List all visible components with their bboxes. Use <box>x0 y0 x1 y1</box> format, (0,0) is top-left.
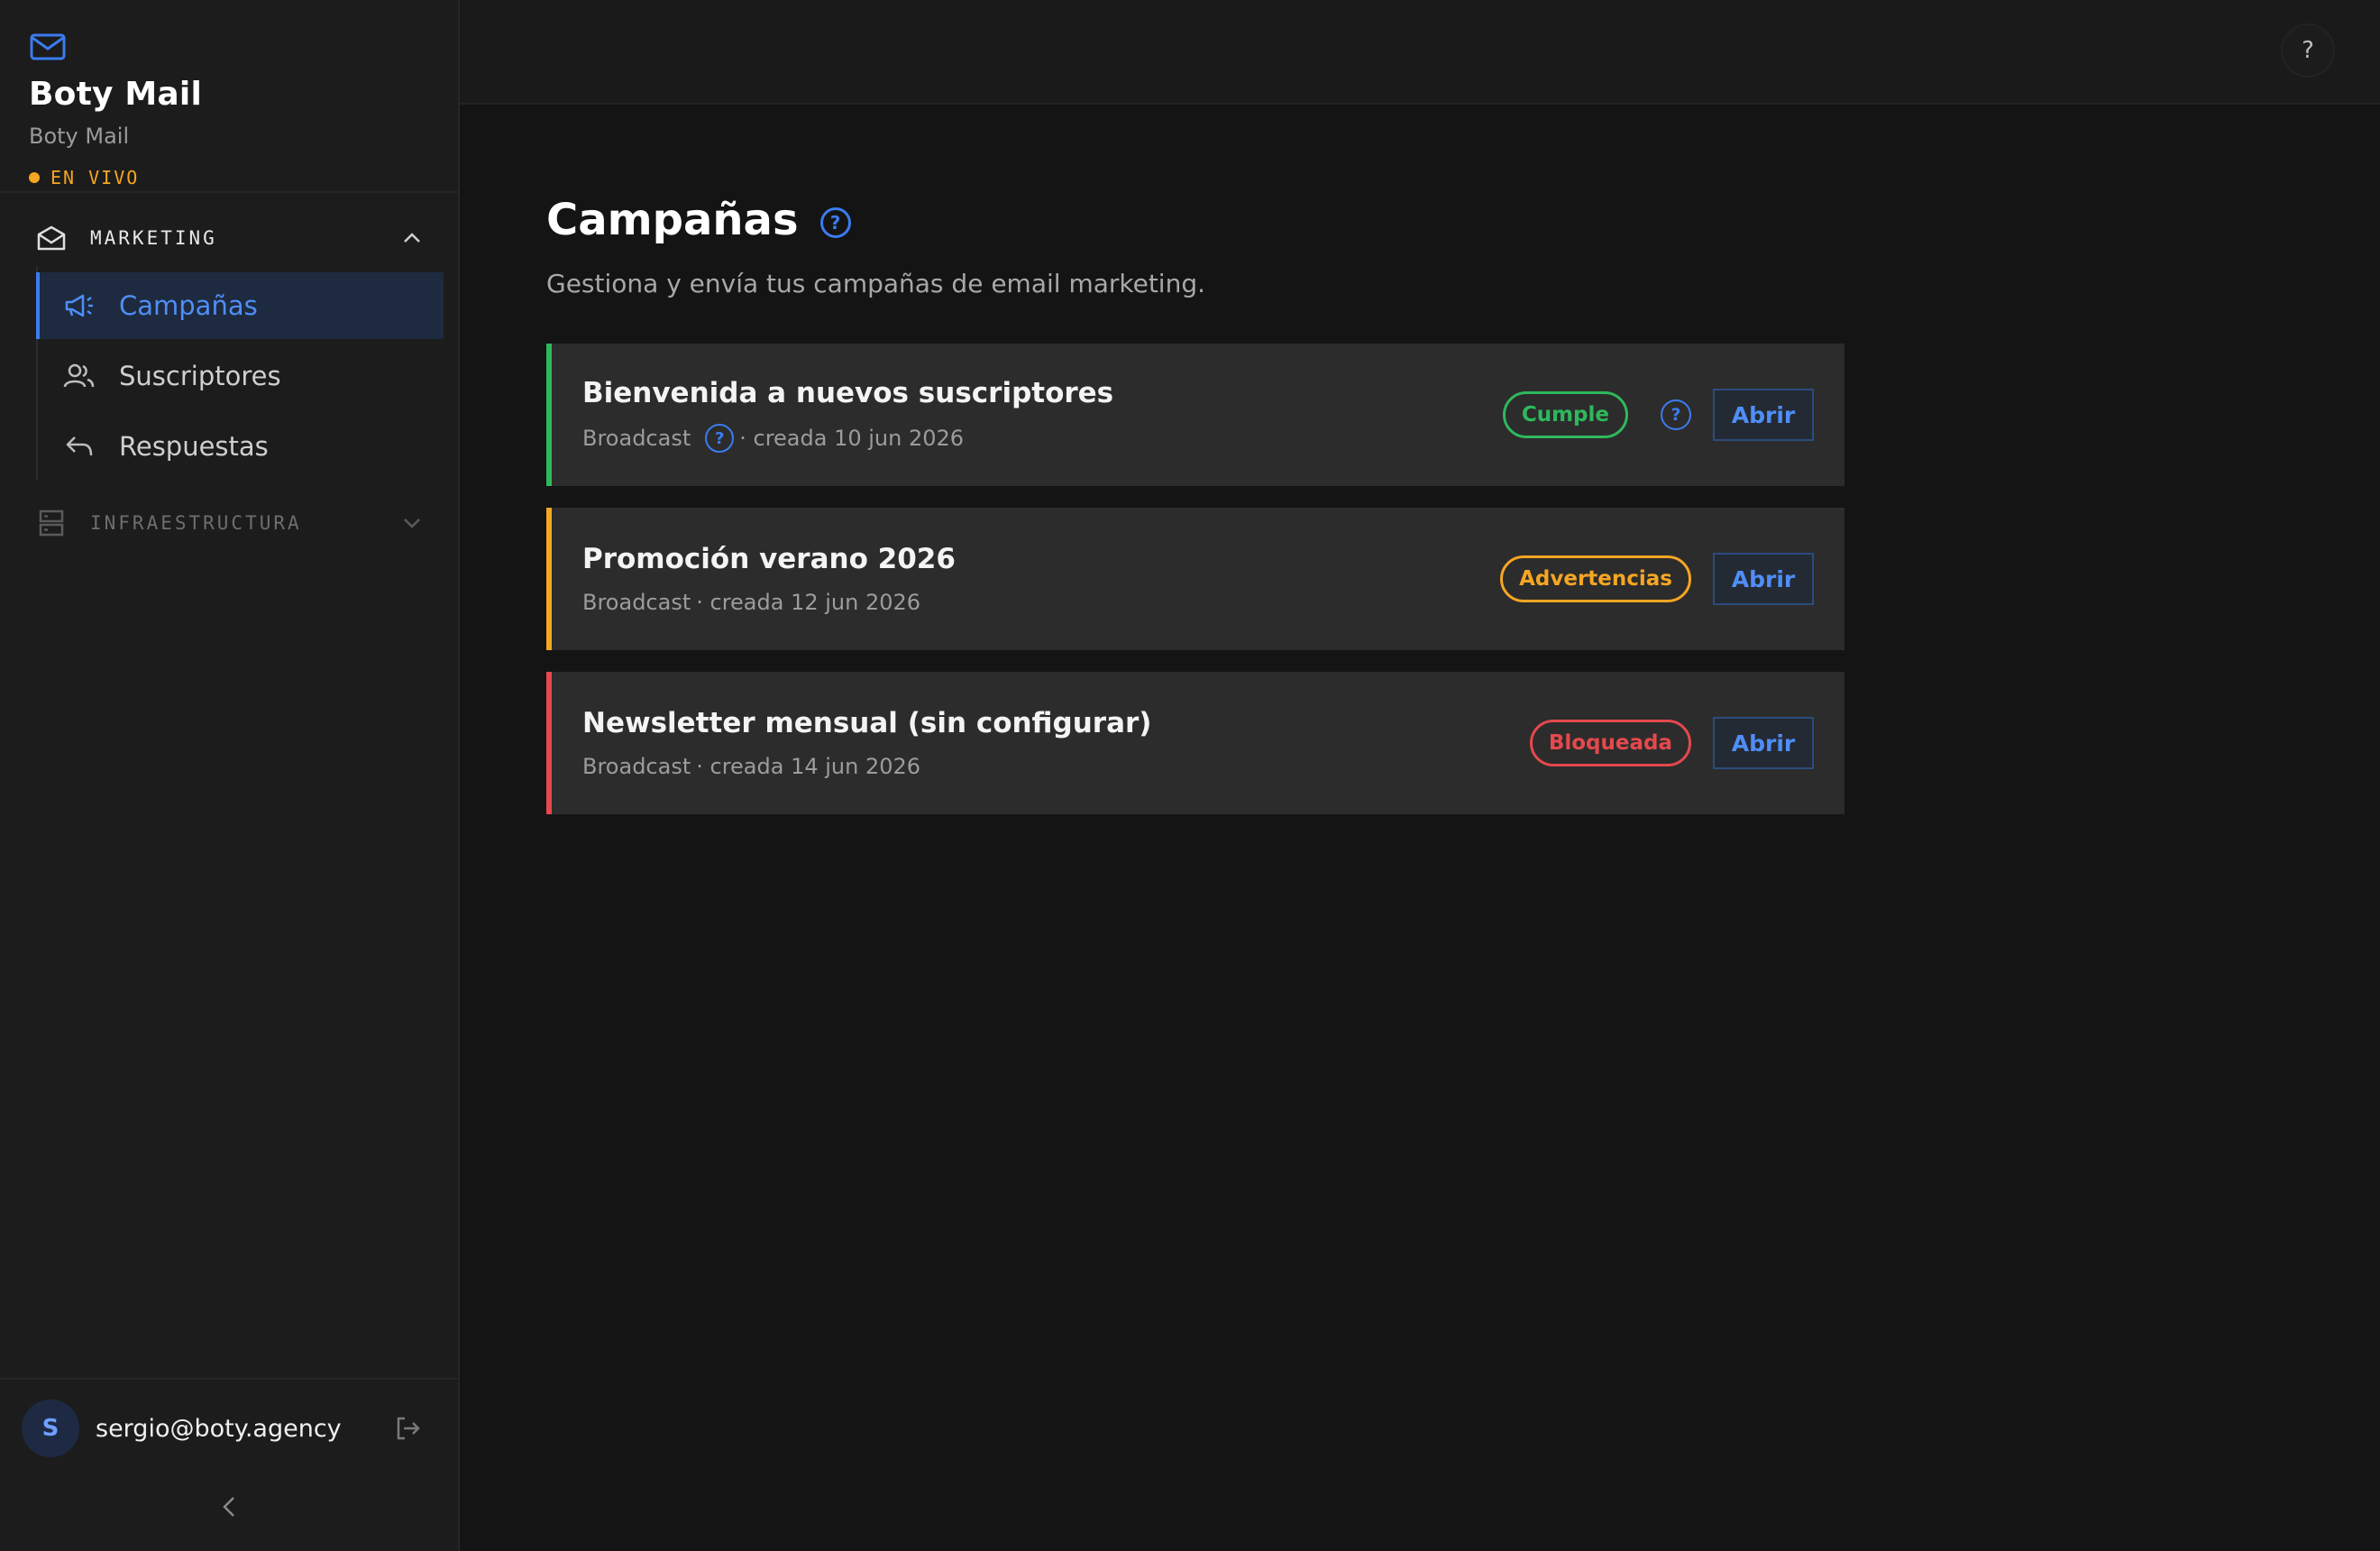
section-marketing[interactable]: MARKETING <box>0 209 458 267</box>
help-circle-icon[interactable]: ? <box>819 207 851 238</box>
help-circle-icon[interactable]: ? <box>705 424 735 453</box>
campaign-meta: Broadcast · creada 14 jun 2026 <box>582 754 1530 779</box>
campaign-meta: Broadcast · creada 12 jun 2026 <box>582 590 1500 615</box>
top-bar: ? <box>460 0 2380 105</box>
section-infraestructura[interactable]: INFRAESTRUCTURA <box>0 494 458 552</box>
marketing-items: Campañas Suscriptores Respuestas <box>36 267 458 480</box>
reply-icon <box>66 436 93 456</box>
campaign-created: · creada 14 jun 2026 <box>696 754 921 779</box>
server-icon <box>39 509 64 537</box>
users-icon <box>63 363 95 388</box>
brand-block: Boty Mail Boty Mail EN VIVO <box>0 0 458 193</box>
chevron-down-icon <box>404 519 420 528</box>
status-badge: Advertencias <box>1500 555 1691 602</box>
page-subtitle: Gestiona y envía tus campañas de email m… <box>546 269 1206 298</box>
campaign-created: · creada 10 jun 2026 <box>739 426 965 451</box>
page-title: Campañas <box>546 195 799 245</box>
section-label: MARKETING <box>90 227 217 249</box>
user-row: S sergio@boty.agency <box>0 1380 458 1457</box>
sidebar-item-campanas[interactable]: Campañas <box>36 272 444 339</box>
campaign-list: Bienvenida a nuevos suscriptores Broadca… <box>546 344 1844 814</box>
open-button[interactable]: Abrir <box>1713 389 1814 441</box>
sidebar-item-label: Respuestas <box>119 431 269 462</box>
live-status: EN VIVO <box>29 167 429 188</box>
live-status-label: EN VIVO <box>50 167 140 188</box>
workspace-name: Boty Mail <box>29 124 130 149</box>
campaign-type: Broadcast <box>582 426 691 451</box>
avatar[interactable]: S <box>22 1400 79 1457</box>
logout-icon[interactable] <box>393 1414 422 1443</box>
campaign-card: Newsletter mensual (sin configurar) Broa… <box>546 672 1844 814</box>
mail-open-icon <box>37 225 66 251</box>
chevron-up-icon <box>404 233 420 243</box>
help-circle-icon[interactable]: ? <box>1661 399 1691 430</box>
live-dot-icon <box>29 172 40 183</box>
section-label: INFRAESTRUCTURA <box>90 512 302 534</box>
campaign-info: Promoción verano 2026 Broadcast · creada… <box>582 543 1500 615</box>
status-badge: Cumple <box>1502 391 1628 438</box>
campaign-info: Newsletter mensual (sin configurar) Broa… <box>582 707 1530 779</box>
user-email: sergio@boty.agency <box>96 1414 342 1443</box>
title-row: Campañas ? <box>546 195 2380 245</box>
open-button[interactable]: Abrir <box>1713 717 1814 769</box>
sidebar-footer: S sergio@boty.agency <box>0 1378 458 1551</box>
app: Boty Mail Boty Mail EN VIVO MARKETING Ca… <box>0 0 2380 1551</box>
open-button[interactable]: Abrir <box>1713 553 1814 605</box>
sidebar-item-suscriptores[interactable]: Suscriptores <box>38 343 444 409</box>
status-badge: Bloqueada <box>1529 720 1691 766</box>
envelope-icon <box>30 33 66 60</box>
campaign-name: Promoción verano 2026 <box>582 543 956 575</box>
campaign-card: Promoción verano 2026 Broadcast · creada… <box>546 508 1844 650</box>
megaphone-icon <box>65 294 93 317</box>
sidebar-nav: MARKETING Campañas Suscriptores Respuest… <box>0 193 458 552</box>
main-area: ? Campañas ? Gestiona y envía tus campañ… <box>460 0 2380 1551</box>
sidebar-item-respuestas[interactable]: Respuestas <box>38 413 444 480</box>
campaign-name: Newsletter mensual (sin configurar) <box>582 707 1152 739</box>
page-content: Campañas ? Gestiona y envía tus campañas… <box>460 105 2380 814</box>
campaign-info: Bienvenida a nuevos suscriptores Broadca… <box>582 377 1503 453</box>
campaign-meta: Broadcast ? · creada 10 jun 2026 <box>582 424 1503 453</box>
sidebar: Boty Mail Boty Mail EN VIVO MARKETING Ca… <box>0 0 460 1551</box>
help-button[interactable]: ? <box>2281 23 2335 78</box>
campaign-card: Bienvenida a nuevos suscriptores Broadca… <box>546 344 1844 486</box>
sidebar-item-label: Campañas <box>119 290 258 321</box>
campaign-type: Broadcast <box>582 754 691 779</box>
campaign-created: · creada 12 jun 2026 <box>696 590 921 615</box>
sidebar-item-label: Suscriptores <box>119 361 281 391</box>
collapse-sidebar-icon[interactable] <box>216 1493 243 1520</box>
app-title: Boty Mail <box>29 76 202 113</box>
campaign-name: Bienvenida a nuevos suscriptores <box>582 377 1114 409</box>
campaign-type: Broadcast <box>582 590 691 615</box>
